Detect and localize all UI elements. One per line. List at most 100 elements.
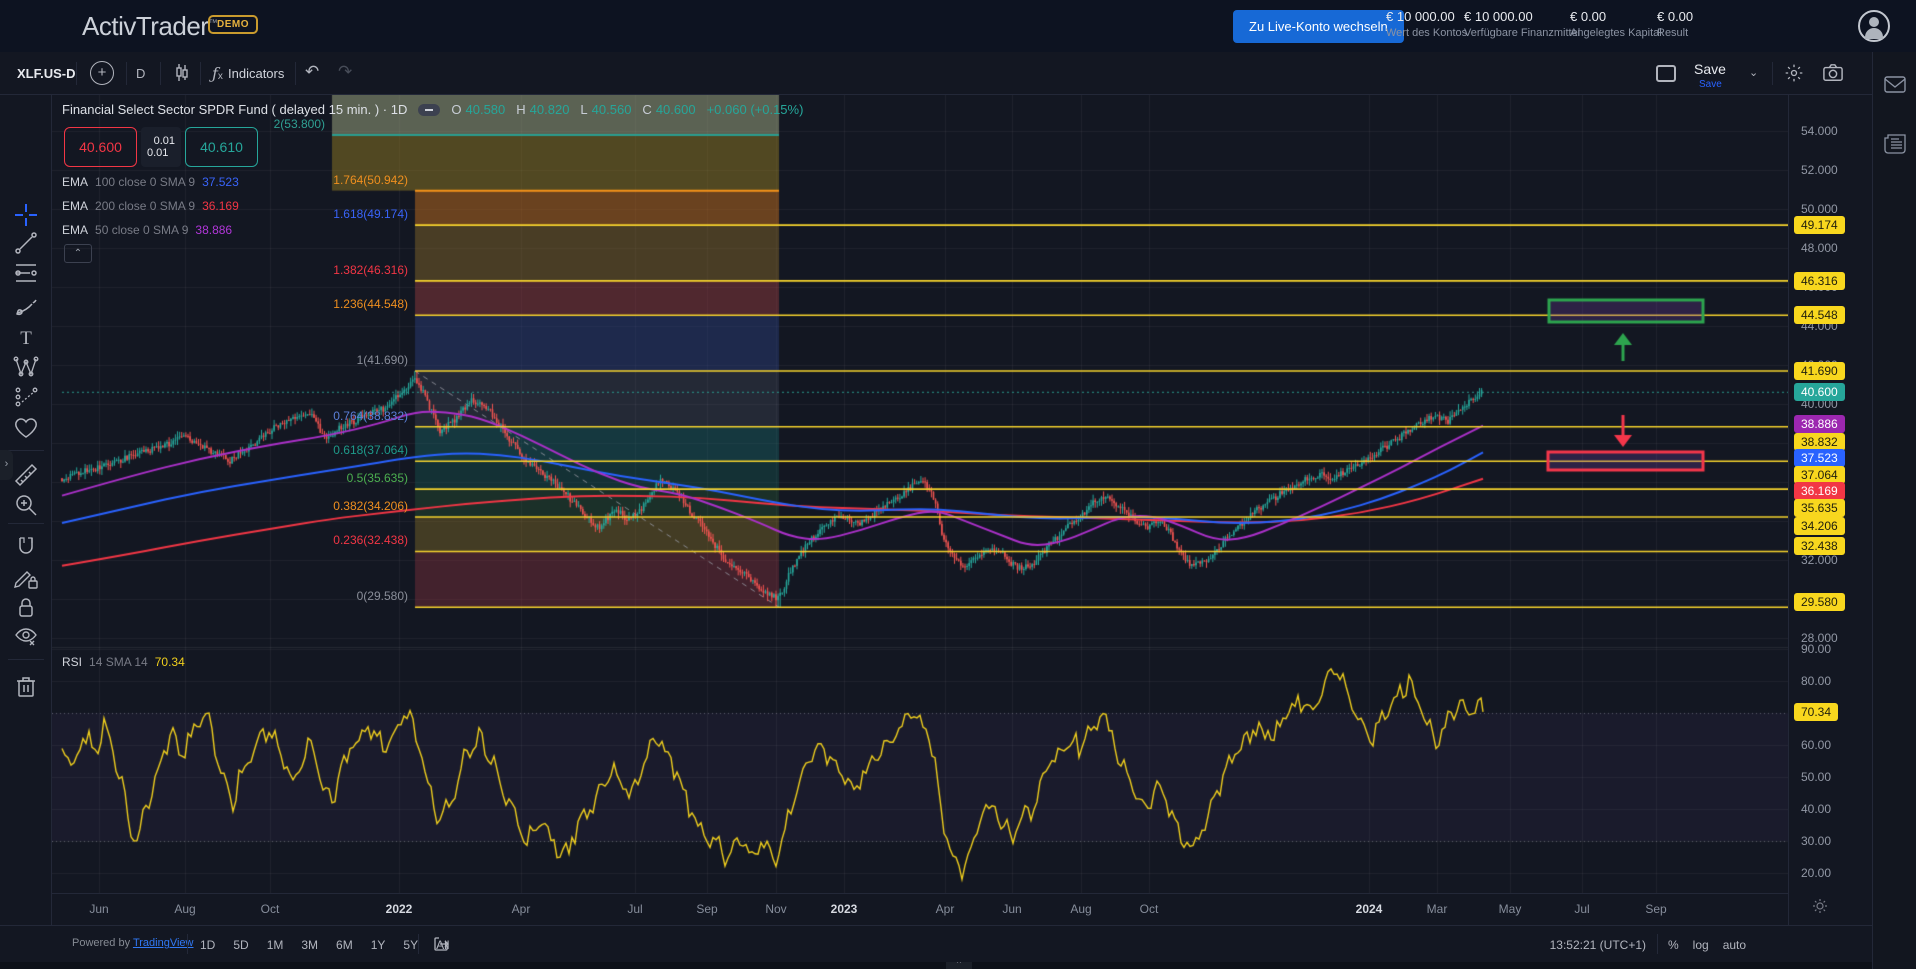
high-label: H [516, 102, 525, 117]
brush-icon[interactable] [12, 291, 40, 319]
xabcd-pattern-icon[interactable] [12, 353, 40, 381]
time-axis-label: Oct [261, 902, 280, 916]
price-badge: 32.438 [1794, 537, 1845, 555]
range-button-3m[interactable]: 3M [301, 938, 318, 952]
symbol-button[interactable]: XLF.US-D [17, 66, 76, 81]
time-axis[interactable]: JunAugOct2022AprJulSepNov2023AprJunAugOc… [52, 893, 1788, 925]
price-tick-label: 52.000 [1801, 163, 1838, 177]
drawing-toolbar: T [0, 95, 52, 925]
zoom-in-icon[interactable] [12, 491, 40, 519]
time-axis-label: Sep [1645, 902, 1666, 916]
indicator-value: 38.886 [195, 223, 232, 237]
add-symbol-icon[interactable]: + [90, 61, 114, 85]
remove-drawings-icon[interactable] [12, 673, 40, 701]
high-value: 40.820 [530, 102, 570, 117]
price-tick-label: 50.000 [1801, 202, 1838, 216]
fib-retracement-icon[interactable] [12, 259, 40, 287]
low-label: L [580, 102, 587, 117]
price-badge: 41.690 [1794, 362, 1845, 380]
time-axis-label: Oct [1140, 902, 1159, 916]
user-avatar[interactable] [1858, 10, 1890, 42]
chart-title: Financial Select Sector SPDR Fund ( dela… [62, 102, 407, 117]
price-badge: 46.316 [1794, 272, 1845, 290]
forecast-icon[interactable] [12, 383, 40, 411]
mail-icon[interactable] [1884, 76, 1906, 93]
trend-line-icon[interactable] [12, 229, 40, 257]
buy-button[interactable]: 40.610 [185, 127, 258, 167]
camera-icon[interactable] [1822, 63, 1844, 83]
interval-button[interactable]: D [136, 66, 145, 81]
expand-panel-tab[interactable]: › [0, 450, 13, 480]
scale-mode-percent[interactable]: % [1668, 938, 1679, 952]
range-button-1d[interactable]: 1D [200, 938, 215, 952]
price-tick-label: 32.000 [1801, 553, 1838, 567]
price-badge: 40.600 [1794, 383, 1845, 401]
switch-to-live-button[interactable]: Zu Live-Konto wechseln [1233, 10, 1404, 43]
time-axis-label: Aug [174, 902, 195, 916]
time-axis-label: Jun [1002, 902, 1021, 916]
price-scale[interactable]: 54.00052.00050.00048.00046.00044.00042.0… [1788, 95, 1872, 925]
price-badge: 37.523 [1794, 449, 1845, 467]
magnet-icon[interactable] [12, 534, 40, 562]
scale-mode-auto[interactable]: auto [1723, 938, 1746, 952]
clock[interactable]: 13:52:21 (UTC+1) [1528, 938, 1646, 952]
save-status: Save [1699, 79, 1722, 90]
time-axis-label: 2024 [1356, 902, 1383, 916]
price-badge: 29.580 [1794, 593, 1845, 611]
scale-mode-log[interactable]: log [1693, 938, 1709, 952]
emoji-heart-icon[interactable] [12, 414, 40, 442]
chevron-down-icon[interactable]: ⌄ [1749, 66, 1758, 79]
result-stat: € 0.00Result [1657, 9, 1693, 39]
drawing-mode-icon[interactable] [12, 564, 40, 592]
price-badge: 49.174 [1794, 216, 1845, 234]
text-tool-icon[interactable]: T [12, 323, 40, 351]
go-to-date-icon[interactable] [432, 935, 450, 953]
rsi-tick-label: 20.00 [1801, 866, 1831, 880]
range-button-5d[interactable]: 5D [233, 938, 248, 952]
indicator-row: EMA100 close 0 SMA 937.523 [62, 170, 239, 194]
app-header: ActivTrader™ DEMO Zu Live-Konto wechseln… [0, 0, 1916, 52]
close-value: 40.600 [656, 102, 696, 117]
time-axis-label: Jul [627, 902, 642, 916]
sell-button[interactable]: 40.600 [64, 127, 137, 167]
layout-icon[interactable] [1656, 65, 1676, 82]
save-button[interactable]: Save [1694, 61, 1726, 77]
powered-by: Powered by TradingView [72, 937, 194, 949]
price-badge: 44.548 [1794, 306, 1845, 324]
price-tick-label: 54.000 [1801, 124, 1838, 138]
low-value: 40.560 [592, 102, 632, 117]
range-button-1m[interactable]: 1M [267, 938, 284, 952]
tradingview-link[interactable]: TradingView [133, 937, 194, 949]
collapse-legend-button[interactable]: ⌃ [64, 244, 92, 263]
time-axis-label: Aug [1070, 902, 1091, 916]
theme-sun-icon[interactable] [1812, 898, 1828, 914]
indicators-button[interactable]: Indicators [228, 66, 284, 81]
chart-style-icon[interactable] [172, 63, 192, 83]
trading-platform: ActivTrader™ DEMO Zu Live-Konto wechseln… [0, 0, 1916, 969]
rsi-tick-label: 50.00 [1801, 770, 1831, 784]
undo-icon[interactable]: ↶ [305, 62, 319, 82]
rsi-tick-label: 60.00 [1801, 738, 1831, 752]
ruler-icon[interactable] [12, 461, 40, 489]
price-chart-canvas[interactable] [52, 95, 1788, 893]
rsi-tick-label: 30.00 [1801, 834, 1831, 848]
redo-icon[interactable]: ↷ [338, 62, 352, 82]
open-label: O [451, 102, 461, 117]
rsi-value: 70.34 [155, 655, 185, 669]
range-button-6m[interactable]: 6M [336, 938, 353, 952]
time-axis-label: Nov [765, 902, 786, 916]
fx-icon[interactable]: ƒx [212, 64, 223, 84]
scale-mode-buttons: % logauto [1668, 926, 1746, 963]
news-icon[interactable] [1884, 134, 1906, 154]
rsi-tick-label: 80.00 [1801, 674, 1831, 688]
range-button-1y[interactable]: 1Y [371, 938, 386, 952]
price-badge: 70.34 [1794, 703, 1838, 721]
gear-icon[interactable] [1784, 63, 1804, 83]
hide-all-drawings-icon[interactable] [12, 623, 40, 651]
hide-series-icon[interactable] [418, 104, 440, 116]
range-button-5y[interactable]: 5Y [403, 938, 418, 952]
lock-all-drawings-icon[interactable] [12, 593, 40, 621]
indicator-value: 37.523 [202, 175, 239, 189]
crosshair-icon[interactable] [12, 201, 40, 229]
change-value: +0.060 (+0.15%) [707, 102, 804, 117]
